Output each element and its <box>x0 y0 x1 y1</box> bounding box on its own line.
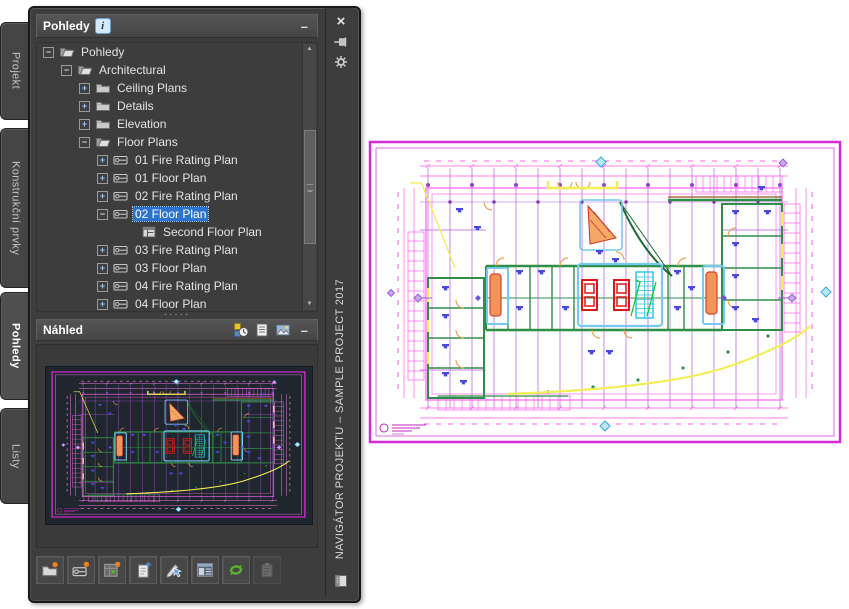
info-icon[interactable]: i <box>94 18 111 34</box>
document-view-icon[interactable] <box>254 322 271 338</box>
tree-item-04-fire-rating-plan[interactable]: +04 Fire Rating Plan <box>37 277 317 295</box>
preview-floor-plan <box>51 371 306 518</box>
folder-open-icon <box>78 66 93 75</box>
tree-item-01-floor-plan[interactable]: +01 Floor Plan <box>37 169 317 187</box>
collapse-preview-button[interactable]: – <box>298 323 311 338</box>
view-drawing-icon <box>113 263 128 273</box>
preview-pane <box>36 344 318 548</box>
new-view-icon[interactable] <box>67 556 95 584</box>
tree-scrollbar[interactable]: ▲ ▼ <box>302 44 316 310</box>
tree-item-ceiling-plans[interactable]: + Ceiling Plans <box>37 79 317 97</box>
preview-section-title: Náhled <box>43 323 84 337</box>
folder-closed-icon <box>96 120 110 129</box>
tree-item-03-fire-rating-plan[interactable]: +03 Fire Rating Plan <box>37 241 317 259</box>
expander-plus-icon[interactable]: + <box>79 100 90 112</box>
folder-closed-icon <box>96 102 110 111</box>
expander-plus-icon[interactable]: + <box>97 298 108 310</box>
expander-plus-icon[interactable]: + <box>97 154 108 166</box>
tree-item-details[interactable]: + Details <box>37 97 317 115</box>
model-view-icon <box>142 226 156 238</box>
preview-canvas <box>45 366 313 525</box>
palette-title-strip[interactable]: × NAVIGÁTOR PROJEKTU – SAMPLE PROJECT 20… <box>325 8 356 597</box>
expander-plus-icon[interactable]: + <box>79 82 90 94</box>
edit-view-icon[interactable] <box>160 556 188 584</box>
scroll-up-icon[interactable]: ▲ <box>303 44 316 55</box>
tree-item-02-fire-rating-plan[interactable]: +02 Fire Rating Plan <box>37 187 317 205</box>
image-preview-icon[interactable] <box>275 322 292 338</box>
tree-item-02-floor-plan[interactable]: − 02 Floor Plan <box>37 205 317 223</box>
expander-plus-icon[interactable]: + <box>97 244 108 256</box>
view-drawing-icon <box>113 209 128 219</box>
views-tree: − Pohledy − Architectural + Ceiling Plans +… <box>36 42 318 312</box>
selected-tree-item-label: 02 Floor Plan <box>131 206 210 222</box>
floor-plan-drawing <box>368 140 842 444</box>
tree-item-second-floor-plan[interactable]: Second Floor Plan <box>37 223 317 241</box>
new-category-icon[interactable] <box>36 556 64 584</box>
scrollbar-grip <box>307 183 313 191</box>
scroll-down-icon[interactable]: ▼ <box>303 299 316 310</box>
folder-open-icon <box>60 48 75 57</box>
close-icon[interactable]: × <box>333 14 349 30</box>
tree-item-01-fire-rating-plan[interactable]: +01 Fire Rating Plan <box>37 151 317 169</box>
view-drawing-icon <box>113 173 128 183</box>
palette-title: NAVIGÁTOR PROJEKTU – SAMPLE PROJECT 2017 <box>334 278 346 559</box>
panel-splitter[interactable]: ····· <box>36 310 318 320</box>
expander-plus-icon[interactable]: + <box>97 280 108 292</box>
scrollbar-thumb[interactable] <box>304 130 316 244</box>
navigator-toolbar <box>36 556 281 584</box>
pin-icon[interactable] <box>333 34 349 50</box>
tree-item-architectural[interactable]: − Architectural <box>37 61 317 79</box>
expander-minus-icon[interactable]: − <box>97 208 108 220</box>
new-model-view-icon[interactable] <box>98 556 126 584</box>
refresh-icon[interactable] <box>222 556 250 584</box>
repath-icon[interactable] <box>253 556 281 584</box>
gear-icon[interactable] <box>333 54 349 70</box>
preview-section-header: Náhled – <box>36 319 318 341</box>
details-icon[interactable] <box>191 556 219 584</box>
view-drawing-icon <box>113 245 128 255</box>
expander-minus-icon[interactable]: − <box>43 46 54 58</box>
tree-item-03-floor-plan[interactable]: +03 Floor Plan <box>37 259 317 277</box>
expander-plus-icon[interactable]: + <box>97 172 108 184</box>
view-drawing-icon <box>113 281 128 291</box>
new-sheet-icon[interactable] <box>129 556 157 584</box>
tab-konstrukcni-prvky[interactable]: Konstrukční prvky <box>0 128 30 288</box>
expander-minus-icon[interactable]: − <box>61 64 72 76</box>
tab-projekt[interactable]: Projekt <box>0 22 30 120</box>
refresh-preview-icon[interactable] <box>233 322 250 338</box>
tree-item-pohledy[interactable]: − Pohledy <box>37 43 317 61</box>
view-drawing-icon <box>113 299 128 309</box>
collapse-views-button[interactable]: – <box>298 19 311 34</box>
views-section-title: Pohledy <box>43 19 90 33</box>
expander-plus-icon[interactable]: + <box>97 190 108 202</box>
tab-pohledy[interactable]: Pohledy <box>0 292 30 400</box>
view-drawing-icon <box>113 191 128 201</box>
tab-listy[interactable]: Listy <box>0 408 30 504</box>
tree-item-floor-plans[interactable]: − Floor Plans <box>37 133 317 151</box>
autohide-icon[interactable] <box>333 573 349 589</box>
tree-item-elevation[interactable]: + Elevation <box>37 115 317 133</box>
expander-plus-icon[interactable]: + <box>79 118 90 130</box>
folder-open-icon <box>96 138 111 147</box>
drawing-sheet <box>368 140 842 444</box>
view-drawing-icon <box>113 155 128 165</box>
views-section-header: Pohledy i – <box>36 14 318 38</box>
expander-minus-icon[interactable]: − <box>79 136 90 148</box>
folder-closed-icon <box>96 84 110 93</box>
application-canvas: { "glyphs": { "plus": "+", "minus": "−",… <box>0 0 849 609</box>
expander-plus-icon[interactable]: + <box>97 262 108 274</box>
